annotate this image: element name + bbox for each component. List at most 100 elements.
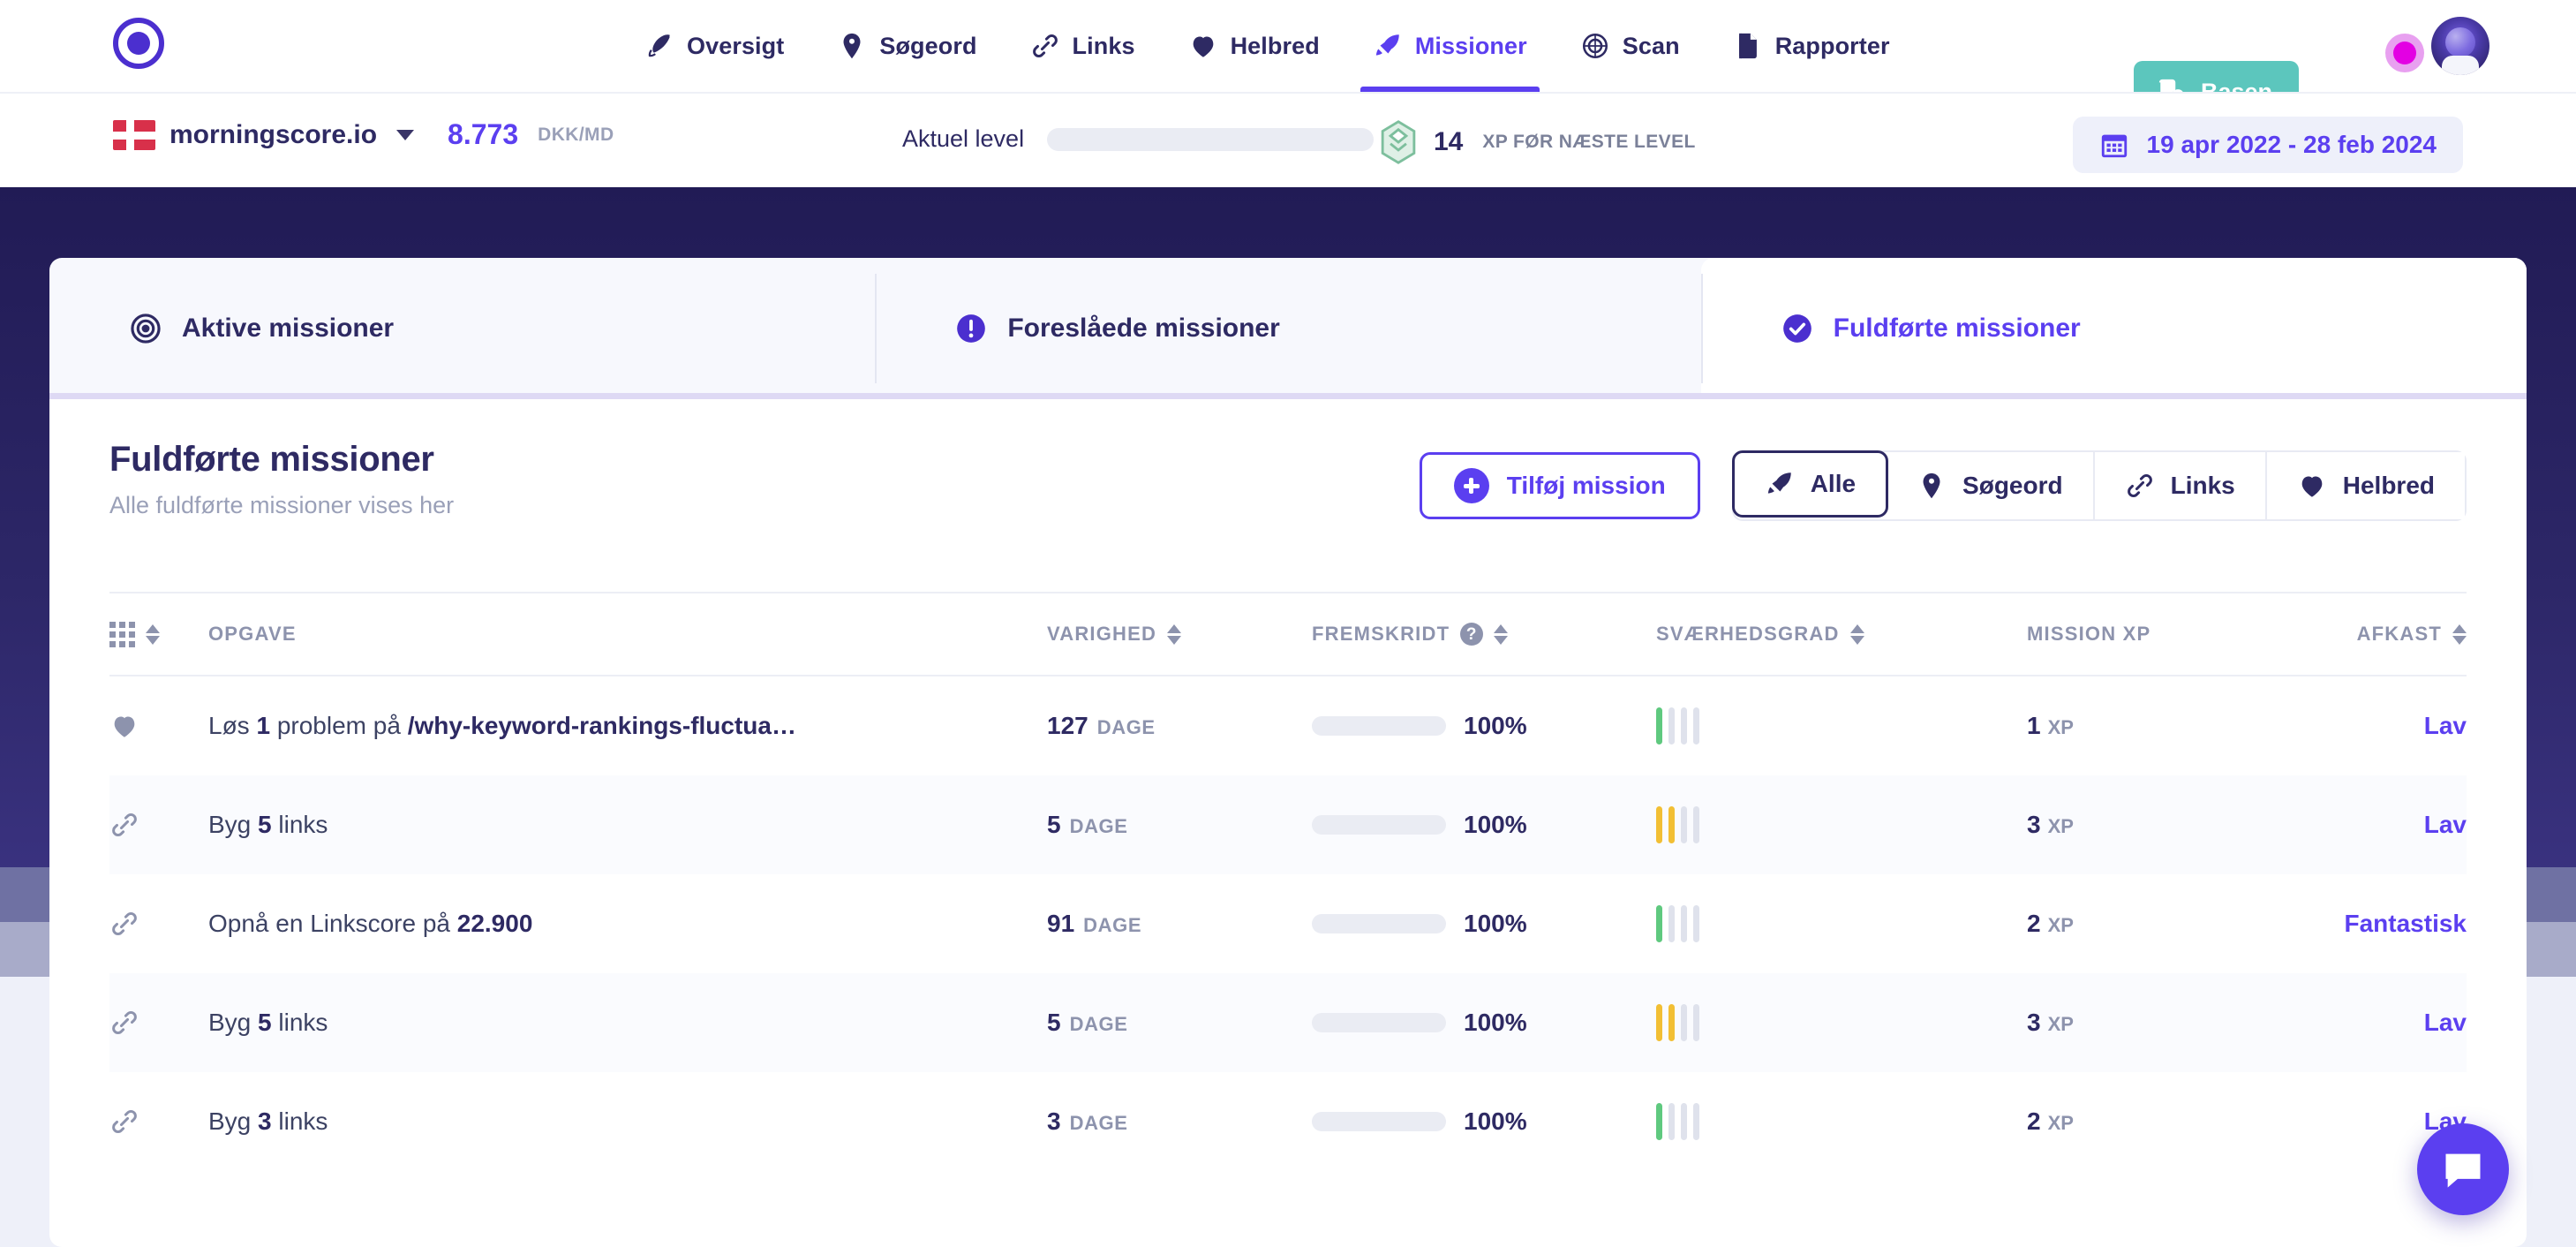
row-duration-unit: DAGE [1069, 815, 1128, 837]
row-xp-label: XP [2047, 914, 2074, 936]
table-row[interactable]: Byg 5 links 5 DAGE 100% 3 XP Lav [109, 775, 2467, 874]
row-difficulty [1656, 806, 2027, 843]
th-varighed[interactable]: VARIGHED [1047, 623, 1312, 646]
th-svaerhedsgrad[interactable]: SVÆRHEDSGRAD [1656, 623, 2027, 646]
row-difficulty [1656, 1004, 2027, 1041]
row-mission-xp: 3 XP [2027, 811, 2318, 839]
site-selector[interactable]: morningscore.io 8.773 DKK/MD [113, 118, 614, 151]
tab-label-aktive: Aktive missioner [182, 314, 395, 343]
missions-table: OPGAVE VARIGHED FREMSKRIDT ? SVÆRHEDSGRA… [109, 592, 2467, 1171]
th-afkast[interactable]: AFKAST [2318, 623, 2467, 646]
row-progress-track [1312, 1013, 1446, 1032]
sort-varighed[interactable] [1167, 624, 1182, 645]
calendar-icon [2099, 130, 2129, 160]
difficulty-bar [1693, 1103, 1699, 1140]
tab-aktive-missioner[interactable]: Aktive missioner [49, 258, 875, 399]
nav-item-missioner[interactable]: Missioner [1346, 0, 1554, 92]
page-title: Fuldførte missioner [109, 440, 434, 479]
grid-icon [109, 621, 135, 647]
date-range-picker[interactable]: 19 apr 2022 - 28 feb 2024 [2072, 117, 2463, 173]
row-difficulty [1656, 905, 2027, 942]
chat-bubble-button[interactable] [2417, 1123, 2509, 1215]
tag-icon [837, 31, 867, 61]
sort-icon-column[interactable] [146, 624, 160, 645]
sort-svaerhedsgrad[interactable] [1849, 624, 1864, 645]
row-xp-label: XP [2047, 716, 2074, 738]
link-icon [109, 810, 208, 840]
link-icon [1030, 31, 1060, 61]
difficulty-bar [1656, 707, 1662, 744]
section-header: Fuldførte missioner Alle fuldførte missi… [109, 440, 454, 519]
site-name: morningscore.io [169, 119, 378, 149]
nav-item-oversigt[interactable]: Oversigt [618, 0, 810, 92]
filter-sogeord[interactable]: Søgeord [1887, 452, 2095, 519]
level-progress-group: Aktuel level [902, 125, 1375, 153]
row-duration: 127 DAGE [1047, 712, 1312, 740]
nav-item-scan[interactable]: Scan [1554, 0, 1706, 92]
difficulty-bar [1656, 806, 1662, 843]
table-row[interactable]: Byg 3 links 3 DAGE 100% 2 XP Lav [109, 1072, 2467, 1171]
xp-to-next-level: 14 XP FØR NÆSTE LEVEL [1379, 120, 1696, 164]
row-return: Lav [2318, 1009, 2467, 1037]
help-icon[interactable]: ? [1460, 623, 1484, 646]
row-progress-pct: 100% [1464, 910, 1527, 937]
overview-icon [644, 31, 674, 61]
row-progress: 100% [1312, 1107, 1656, 1136]
table-header-row: OPGAVE VARIGHED FREMSKRIDT ? SVÆRHEDSGRA… [109, 592, 2467, 676]
row-mission-xp: 2 XP [2027, 1107, 2318, 1136]
filter-label-alle: Alle [1810, 470, 1857, 497]
row-type-icon-cell [109, 1107, 208, 1137]
exclamation-icon [954, 312, 988, 345]
th-label-varighed: VARIGHED [1047, 623, 1157, 645]
filter-helbred[interactable]: Helbred [2266, 452, 2465, 519]
difficulty-bar [1681, 1103, 1687, 1140]
nav-item-sogeord[interactable]: Søgeord [810, 0, 1003, 92]
morningscore-logo[interactable] [113, 18, 169, 74]
table-row[interactable]: Byg 5 links 5 DAGE 100% 3 XP Lav [109, 973, 2467, 1072]
row-type-icon-cell [109, 1008, 208, 1038]
chevron-down-icon[interactable] [396, 129, 415, 140]
row-duration-value: 3 [1047, 1107, 1061, 1135]
row-progress: 100% [1312, 712, 1656, 740]
row-xp-label: XP [2047, 815, 2074, 837]
heart-icon [1188, 31, 1218, 61]
row-return-label: Lav [2423, 712, 2467, 739]
heart-icon [2297, 471, 2327, 501]
nav-item-helbred[interactable]: Helbred [1162, 0, 1346, 92]
difficulty-bar [1656, 905, 1662, 942]
difficulty-bar [1668, 707, 1675, 744]
sort-afkast[interactable] [2452, 624, 2467, 645]
tab-foreslaaede-missioner[interactable]: Foreslåede missioner [875, 258, 1700, 399]
row-xp-label: XP [2047, 1013, 2074, 1035]
logo-ring [113, 18, 164, 69]
filter-links[interactable]: Links [2094, 452, 2267, 519]
table-row[interactable]: Opnå en Linkscore på 22.900 91 DAGE 100% 2 XP… [109, 874, 2467, 973]
row-duration: 3 DAGE [1047, 1107, 1312, 1136]
nav-item-links[interactable]: Links [1004, 0, 1162, 92]
sort-fremskridt[interactable] [1494, 624, 1509, 645]
astronaut-avatar[interactable] [2431, 17, 2489, 75]
filter-alle[interactable]: Alle [1731, 450, 1889, 518]
nav-label-helbred: Helbred [1230, 32, 1320, 59]
tab-fuldforte-missioner[interactable]: Fuldførte missioner [1700, 258, 2527, 404]
row-duration-value: 91 [1047, 910, 1075, 937]
nav-item-rapporter[interactable]: Rapporter [1706, 0, 1917, 92]
th-label-mission-xp: MISSION XP [2027, 623, 2151, 645]
row-xp-value: 3 [2027, 1009, 2041, 1036]
row-duration-unit: DAGE [1069, 1013, 1128, 1035]
difficulty-bar [1681, 806, 1687, 843]
row-return: Fantastisk [2318, 910, 2467, 938]
row-duration-unit: DAGE [1096, 716, 1156, 738]
danish-flag-icon [113, 119, 155, 150]
difficulty-bar [1693, 806, 1699, 843]
th-icon-column[interactable] [109, 621, 208, 647]
xp-text: XP FØR NÆSTE LEVEL [1482, 132, 1696, 152]
add-mission-label: Tilføj mission [1506, 472, 1666, 499]
nav-label-oversigt: Oversigt [687, 32, 785, 59]
difficulty-bar [1693, 905, 1699, 942]
table-row[interactable]: Løs 1 problem på /why-keyword-rankings-f… [109, 676, 2467, 775]
add-mission-button[interactable]: Tilføj mission [1419, 452, 1700, 519]
difficulty-bar [1681, 707, 1687, 744]
difficulty-bar [1693, 707, 1699, 744]
th-fremskridt[interactable]: FREMSKRIDT ? [1312, 623, 1656, 646]
